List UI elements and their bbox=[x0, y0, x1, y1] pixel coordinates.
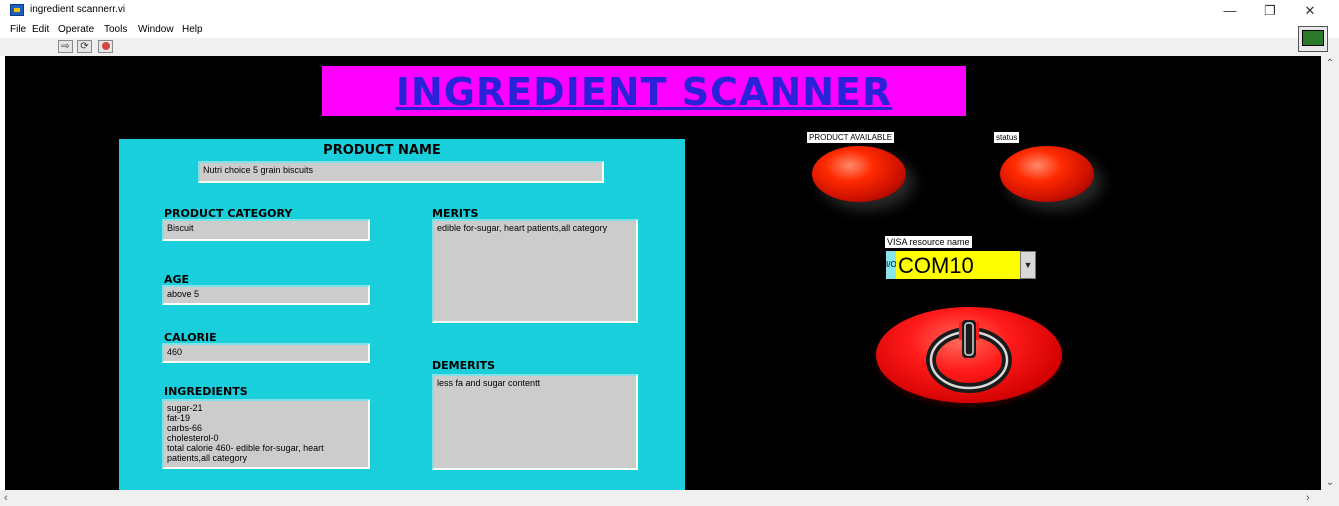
visa-resource-label: VISA resource name bbox=[885, 236, 972, 248]
banner-title: INGREDIENT SCANNER bbox=[395, 70, 893, 114]
menu-edit[interactable]: Edit bbox=[32, 24, 49, 35]
restore-button[interactable]: ❐ bbox=[1250, 0, 1290, 22]
age-field[interactable]: above 5 bbox=[162, 285, 370, 305]
product-name-label: PRODUCT NAME bbox=[323, 143, 441, 158]
visa-resource-field[interactable]: COM10 bbox=[896, 251, 1020, 279]
labview-app-icon bbox=[10, 4, 24, 16]
power-icon bbox=[926, 320, 1012, 393]
abort-icon[interactable] bbox=[98, 40, 113, 53]
run-arrow-icon[interactable]: ⇨ bbox=[58, 40, 73, 53]
status-led bbox=[1000, 146, 1094, 202]
calorie-field[interactable]: 460 bbox=[162, 343, 370, 363]
chevron-down-icon[interactable]: ▼ bbox=[1020, 251, 1036, 279]
close-button[interactable]: ✕ bbox=[1290, 0, 1330, 22]
title-bar bbox=[0, 0, 1339, 22]
merits-field[interactable]: edible for-sugar, heart patients,all cat… bbox=[432, 219, 638, 323]
menu-file[interactable]: File bbox=[10, 24, 26, 35]
product-category-field[interactable]: Biscuit bbox=[162, 219, 370, 241]
menu-operate[interactable]: Operate bbox=[58, 24, 94, 35]
scroll-up-icon[interactable]: ⌃ bbox=[1321, 56, 1339, 72]
scroll-right-icon[interactable]: › bbox=[1306, 492, 1310, 504]
scroll-down-icon[interactable]: ⌄ bbox=[1321, 476, 1339, 490]
ingredients-field[interactable]: sugar-21 fat-19 carbs-66 cholesterol-0 t… bbox=[162, 399, 370, 469]
horizontal-scrollbar[interactable] bbox=[0, 490, 1339, 506]
run-continuously-icon[interactable]: ⟳ bbox=[77, 40, 92, 53]
demerits-field[interactable]: less fa and sugar contentt bbox=[432, 374, 638, 470]
demerits-label: DEMERITS bbox=[432, 359, 496, 372]
menu-tools[interactable]: Tools bbox=[104, 24, 127, 35]
toolbar bbox=[0, 38, 1339, 56]
product-available-label: PRODUCT AVAILABLE bbox=[807, 132, 895, 143]
menu-window[interactable]: Window bbox=[138, 24, 174, 35]
window-title: ingredient scannerr.vi bbox=[30, 4, 126, 15]
vi-icon-graphic bbox=[1302, 30, 1324, 46]
product-name-field[interactable]: Nutri choice 5 grain biscuits bbox=[198, 161, 604, 183]
vertical-scrollbar[interactable] bbox=[1321, 56, 1339, 490]
ingredients-label: INGREDIENTS bbox=[164, 385, 248, 398]
status-label: status bbox=[994, 132, 1020, 143]
menu-help[interactable]: Help bbox=[182, 24, 203, 35]
minimize-button[interactable]: — bbox=[1210, 0, 1250, 22]
scroll-left-icon[interactable]: ‹ bbox=[4, 492, 8, 504]
product-available-led bbox=[812, 146, 906, 202]
visa-io-icon: I/O bbox=[886, 251, 897, 279]
